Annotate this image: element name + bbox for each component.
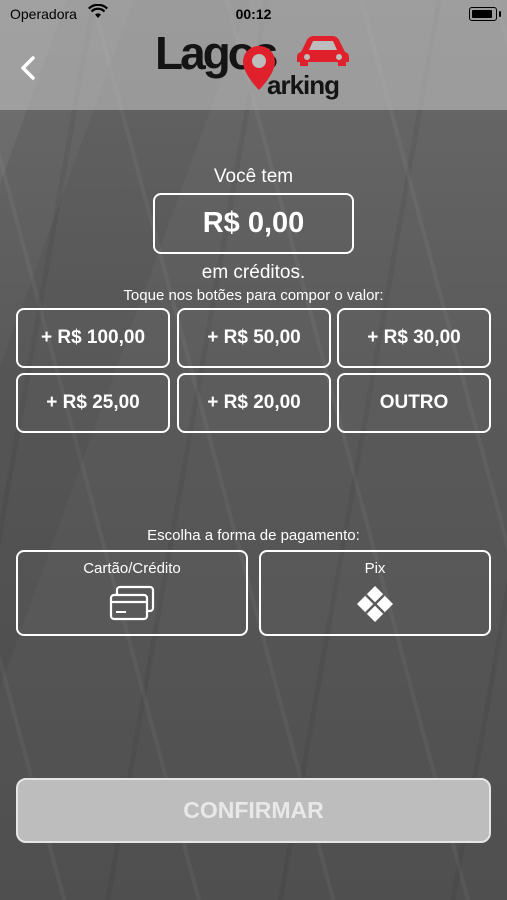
- pay-pix-label: Pix: [364, 560, 386, 577]
- add-20-button[interactable]: + R$ 20,00: [177, 373, 331, 433]
- confirm-button[interactable]: CONFIRMAR: [16, 778, 491, 843]
- logo-word-parking: arking: [267, 70, 340, 100]
- clock: 00:12: [235, 6, 272, 22]
- add-50-button[interactable]: + R$ 50,00: [177, 308, 331, 368]
- header-bar: Operadora 00:12 Lagos arking: [0, 0, 507, 110]
- add-30-button[interactable]: + R$ 30,00: [337, 308, 491, 368]
- app-logo: Lagos arking: [155, 26, 355, 106]
- amount-hint: Toque nos botões para compor o valor:: [123, 287, 384, 304]
- balance-suffix: em créditos.: [201, 262, 306, 283]
- add-100-button[interactable]: + R$ 100,00: [16, 308, 170, 368]
- other-amount-button[interactable]: OUTRO: [337, 373, 491, 433]
- balance-amount: R$ 0,00: [153, 193, 354, 254]
- battery-icon: [469, 7, 501, 21]
- pay-pix-button[interactable]: Pix: [259, 550, 491, 636]
- balance-prefix: Você tem: [213, 166, 294, 187]
- background-image: [0, 0, 507, 900]
- car-icon: [297, 36, 349, 66]
- payment-prompt: Escolha a forma de pagamento:: [147, 527, 360, 544]
- credit-card-icon: [109, 585, 155, 621]
- pay-card-label: Cartão/Crédito: [83, 560, 181, 577]
- add-25-button[interactable]: + R$ 25,00: [16, 373, 170, 433]
- pay-card-button[interactable]: Cartão/Crédito: [16, 550, 248, 636]
- back-chevron-icon[interactable]: [14, 52, 44, 84]
- pix-icon: [357, 586, 393, 622]
